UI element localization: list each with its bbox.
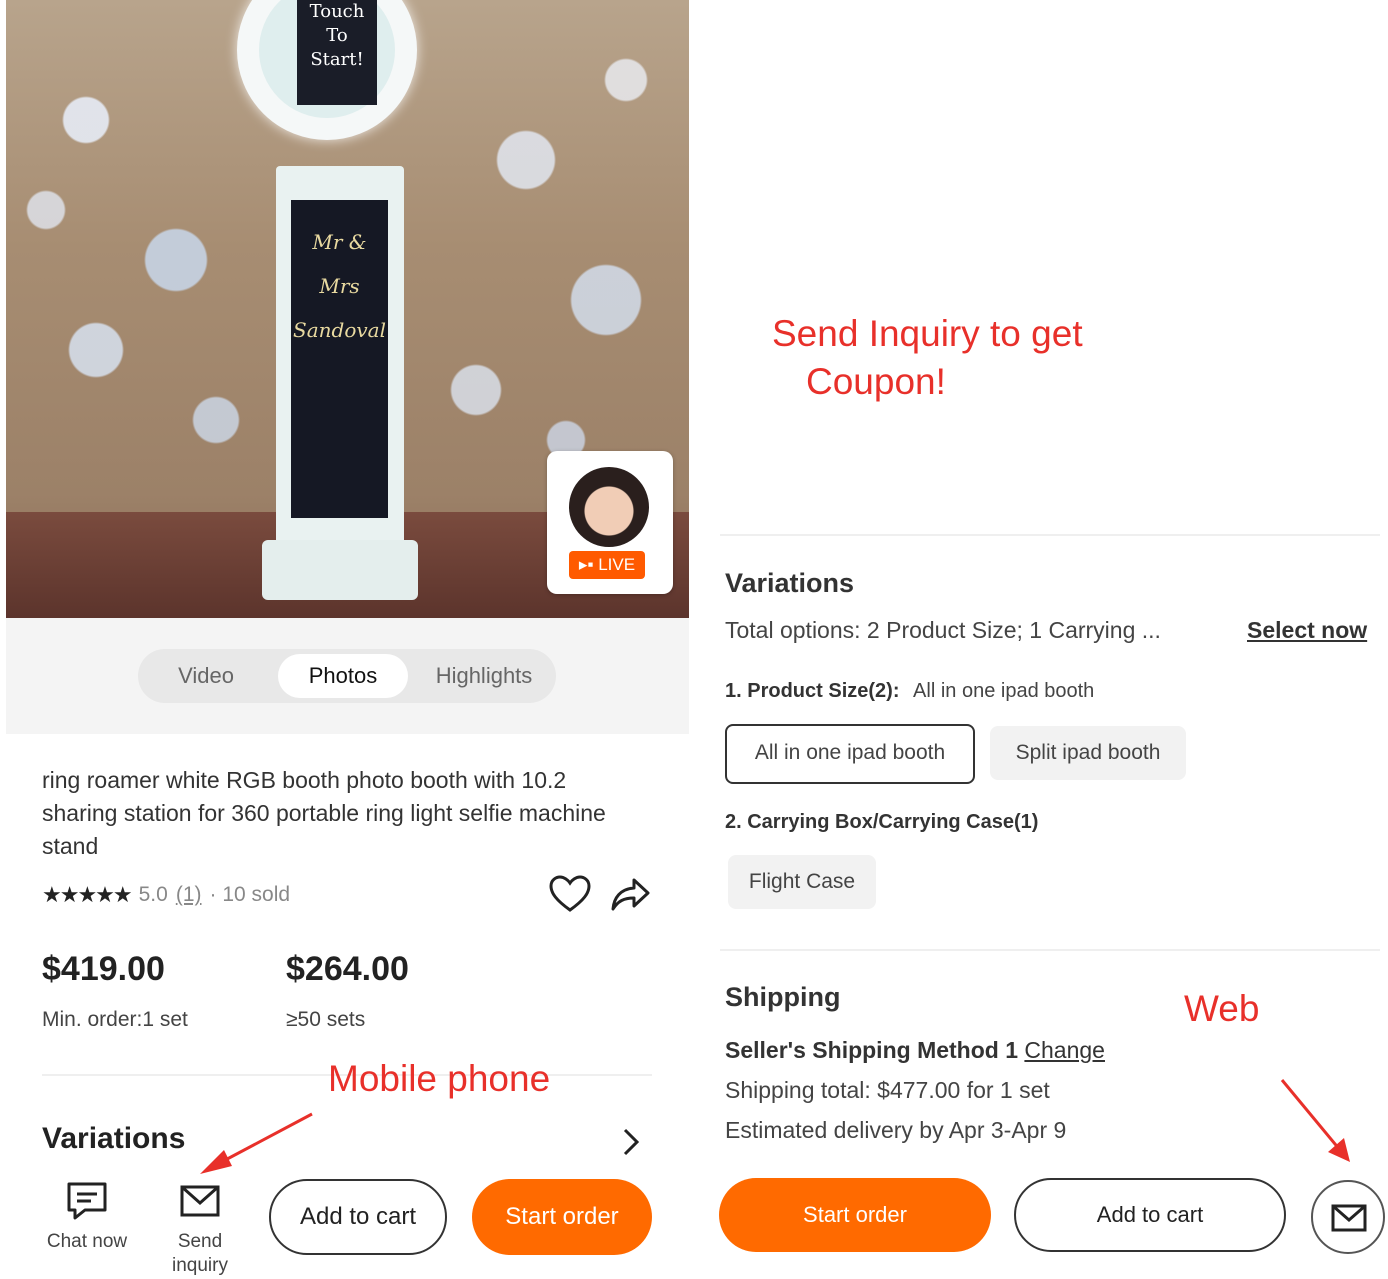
tab-video[interactable]: Video bbox=[148, 654, 264, 698]
carrying-case-label: 2. Carrying Box/Carrying Case(1) bbox=[725, 811, 1039, 833]
send-inquiry-button[interactable]: Send inquiry bbox=[156, 1180, 244, 1278]
shipping-heading: Shipping bbox=[725, 982, 841, 1012]
promo-line-1: Send Inquiry to get bbox=[772, 313, 1083, 354]
ring-screen-text: Touch To Start! bbox=[309, 1, 365, 70]
chevron-right-icon[interactable] bbox=[616, 1124, 646, 1160]
tab-photos[interactable]: Photos bbox=[278, 654, 408, 698]
favorite-heart-icon[interactable] bbox=[548, 874, 592, 914]
mail-icon bbox=[1331, 1204, 1367, 1232]
divider bbox=[720, 949, 1380, 951]
total-options-text: Total options: 2 Product Size; 1 Carryin… bbox=[725, 617, 1161, 643]
size-option-all-in-one[interactable]: All in one ipad booth bbox=[725, 724, 975, 784]
price-tier-2-condition: ≥50 sets bbox=[286, 1008, 366, 1031]
booth-screen-text: Mr & Mrs Sandoval bbox=[293, 230, 386, 342]
review-count-link[interactable]: (1) bbox=[176, 883, 202, 907]
web-annotation-label: Web bbox=[1184, 988, 1260, 1029]
rating-row: ★★★★★ 5.0 (1) · 10 sold bbox=[42, 880, 290, 910]
tab-highlights[interactable]: Highlights bbox=[416, 654, 552, 698]
mobile-annotation-label: Mobile phone bbox=[328, 1058, 551, 1099]
divider bbox=[720, 534, 1380, 536]
shipping-total: Shipping total: $477.00 for 1 set bbox=[725, 1077, 1050, 1103]
star-rating: ★★★★★ bbox=[42, 882, 133, 907]
shipping-method: Seller's Shipping Method 1 Change bbox=[725, 1037, 1105, 1064]
chat-now-label: Chat now bbox=[46, 1231, 128, 1252]
chat-icon bbox=[67, 1182, 107, 1220]
live-badge: ▸▪ LIVE bbox=[569, 551, 645, 579]
send-inquiry-label-2: inquiry bbox=[172, 1255, 228, 1276]
media-tabs: Video Photos Highlights bbox=[138, 649, 556, 703]
price-tier-2: $264.00 bbox=[286, 950, 409, 988]
booth-base bbox=[262, 540, 418, 600]
price-tier-1-condition: Min. order:1 set bbox=[42, 1008, 188, 1031]
product-size-label-text: 1. Product Size(2): bbox=[725, 680, 900, 702]
live-icon: ▸▪ bbox=[578, 555, 599, 574]
chat-now-button[interactable]: Chat now bbox=[38, 1180, 136, 1254]
mobile-start-order-button[interactable]: Start order bbox=[472, 1179, 652, 1255]
rating-score: 5.0 bbox=[138, 883, 168, 906]
estimated-delivery: Estimated delivery by Apr 3-Apr 9 bbox=[725, 1117, 1067, 1143]
web-variations-heading: Variations bbox=[725, 568, 855, 598]
web-send-inquiry-button[interactable] bbox=[1311, 1180, 1385, 1254]
live-stream-card[interactable]: ▸▪ LIVE bbox=[547, 451, 673, 594]
send-inquiry-label-1: Send bbox=[177, 1231, 223, 1252]
variations-heading[interactable]: Variations bbox=[42, 1122, 185, 1156]
select-now-link[interactable]: Select now bbox=[1247, 617, 1367, 644]
case-option-flight-case[interactable]: Flight Case bbox=[728, 855, 876, 909]
promo-line-2: Coupon! bbox=[806, 361, 946, 402]
mail-icon bbox=[180, 1185, 220, 1217]
product-size-selected: All in one ipad booth bbox=[913, 680, 1095, 702]
sold-count: · 10 sold bbox=[209, 883, 291, 906]
product-size-label: 1. Product Size(2): All in one ipad boot… bbox=[725, 680, 1094, 703]
seller-avatar bbox=[569, 467, 649, 547]
product-hero-image[interactable]: Touch To Start! Mr & Mrs Sandoval ▸▪ LIV… bbox=[6, 0, 689, 618]
shipping-method-text: Seller's Shipping Method 1 bbox=[725, 1037, 1019, 1063]
web-start-order-button[interactable]: Start order bbox=[719, 1178, 991, 1252]
web-add-to-cart-button[interactable]: Add to cart bbox=[1014, 1178, 1286, 1252]
live-badge-label: LIVE bbox=[598, 555, 636, 574]
price-tier-1: $419.00 bbox=[42, 950, 165, 988]
mobile-add-to-cart-button[interactable]: Add to cart bbox=[269, 1179, 447, 1255]
size-option-split[interactable]: Split ipad booth bbox=[990, 726, 1186, 780]
share-icon[interactable] bbox=[608, 874, 652, 914]
web-arrow-icon bbox=[1280, 1079, 1350, 1162]
promo-annotation: Send Inquiry to get Coupon! bbox=[772, 310, 1083, 406]
product-title: ring roamer white RGB booth photo booth … bbox=[42, 767, 606, 859]
change-shipping-link[interactable]: Change bbox=[1024, 1037, 1105, 1063]
